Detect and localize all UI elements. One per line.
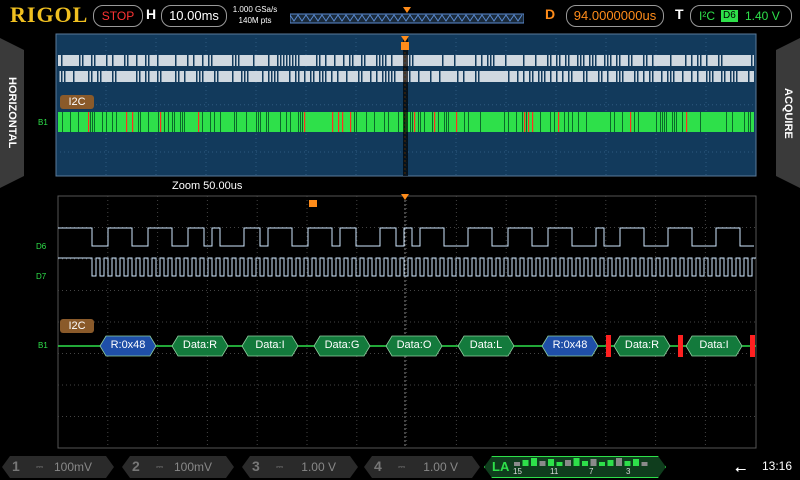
trigger-label: T: [675, 6, 684, 22]
timebase-value[interactable]: 10.00ms: [161, 5, 227, 27]
logic-analyzer-button[interactable]: LA 15 11 7 3: [484, 456, 666, 478]
zoom-window: [57, 194, 757, 449]
decode-packet-label: Data:R: [624, 339, 660, 351]
channel-1-number: 1: [12, 458, 20, 474]
decode-packet-label: Data:R: [182, 339, 218, 351]
logic-channel-indicators: [514, 458, 648, 466]
trigger-settings[interactable]: I²C D6 1.40 V: [690, 5, 792, 27]
d6-label: D6: [36, 242, 47, 251]
trigger-level: 1.40 V: [745, 9, 780, 23]
rigol-logo: RIGOL: [10, 2, 89, 27]
la-bit-label: 15: [513, 467, 522, 476]
error-marker: [606, 335, 611, 357]
acquisition-info: 1.000 GSa/s 140M pts: [231, 4, 279, 26]
dc-coupling-icon: ⎓: [398, 462, 406, 472]
delay-value[interactable]: 94.0000000us: [566, 5, 664, 27]
channel-3-number: 3: [252, 458, 260, 474]
bottom-channel-bar: 1 ⎓ 100mV 2 ⎓ 100mV 3 ⎓ 1.00 V 4 ⎓ 1.00 V LA 15 …: [0, 454, 800, 480]
dc-coupling-icon: ⎓: [276, 462, 284, 472]
channel-4-button[interactable]: 4 ⎓ 1.00 V: [364, 456, 480, 478]
la-bit-label: 3: [626, 467, 631, 476]
run-stop-indicator[interactable]: STOP: [93, 5, 143, 27]
bus-label-zoom: I2C: [60, 319, 94, 333]
d7-label: D7: [36, 272, 47, 281]
channel-1-button[interactable]: 1 ⎓ 100mV: [2, 456, 114, 478]
error-marker: [750, 335, 755, 357]
dc-coupling-icon: ⎓: [36, 462, 44, 472]
channel-3-button[interactable]: 3 ⎓ 1.00 V: [242, 456, 358, 478]
zoom-label: Zoom 50.00us: [172, 180, 243, 192]
channel-4-number: 4: [374, 458, 382, 474]
decode-packet-label: R:0x48: [552, 339, 588, 351]
channel-2-number: 2: [132, 458, 140, 474]
dc-coupling-icon: ⎓: [156, 462, 164, 472]
trigger-protocol: I²C: [699, 9, 715, 23]
sample-rate: 1.000 GSa/s: [232, 5, 278, 14]
decode-packet-label: Data:O: [396, 339, 432, 351]
top-status-bar: RIGOL STOP H 10.00ms 1.000 GSa/s 140M pt…: [0, 0, 800, 32]
la-bit-label: 7: [589, 467, 594, 476]
decode-packet-label: R:0x48: [110, 339, 146, 351]
main-window: [55, 33, 757, 177]
decode-packet-label: Data:I: [255, 339, 285, 351]
delay-label: D: [545, 6, 556, 22]
b1-label-zoom: B1: [38, 341, 48, 350]
clock: 13:16: [762, 459, 793, 473]
horizontal-label: H: [146, 6, 157, 22]
channel-1-scale: 100mV: [53, 460, 92, 474]
decode-packet-label: Data:L: [469, 339, 503, 351]
channel-3-scale: 1.00 V: [301, 460, 336, 474]
usb-icon: ⭠: [735, 460, 747, 476]
memory-overview-bar: [290, 7, 524, 24]
logic-analyzer-label: LA: [492, 459, 510, 474]
decode-packet-label: Data:G: [324, 339, 360, 351]
error-marker: [678, 335, 683, 357]
b1-label-main: B1: [38, 118, 48, 127]
la-bit-label: 11: [550, 467, 559, 476]
trigger-source: D6: [721, 10, 738, 22]
channel-2-scale: 100mV: [173, 460, 212, 474]
channel-2-button[interactable]: 2 ⎓ 100mV: [122, 456, 234, 478]
bus-label-main: I2C: [60, 95, 94, 109]
memory-depth: 140M pts: [238, 16, 272, 25]
channel-4-scale: 1.00 V: [423, 460, 458, 474]
decode-packet-label: Data:I: [699, 339, 729, 351]
